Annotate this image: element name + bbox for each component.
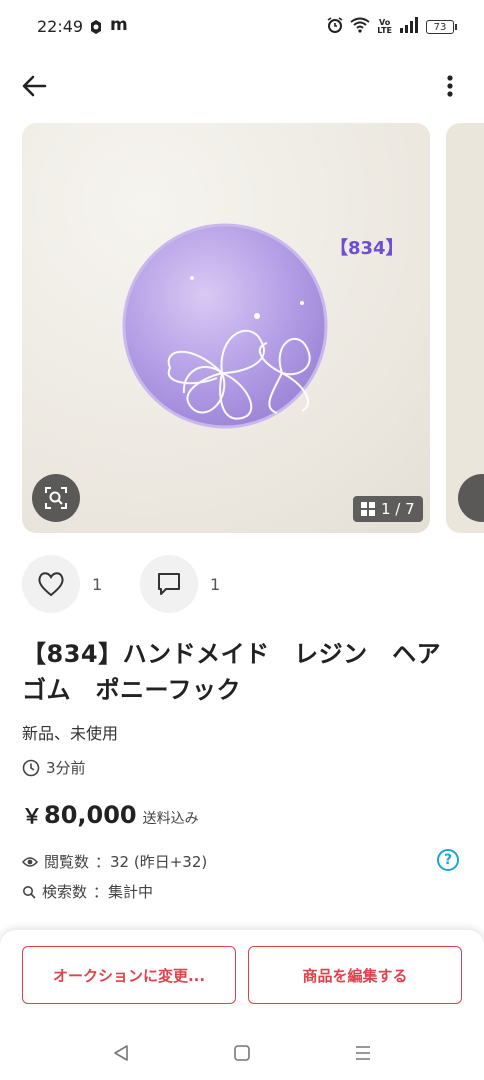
price-block: ￥ 80,000 送料込み [22,800,199,829]
searches-value: ：集計中 [93,883,154,901]
zoom-button[interactable] [32,474,80,522]
comment-count: 1 [210,574,221,594]
posted-time: 3分前 [22,757,86,778]
notification-icon [88,19,104,39]
notification-app-text: m [110,15,128,35]
like-count: 1 [92,574,103,594]
signal-icon [399,17,419,37]
battery-icon: 73 [426,20,457,34]
change-to-auction-button[interactable]: オークションに変更... [22,946,236,1004]
square-home-icon [234,1045,250,1061]
views-row: 閲覧数 ：32 (昨日+32) [22,851,207,872]
system-nav-bar [0,1026,484,1080]
heart-icon [38,572,64,597]
more-vertical-icon [447,75,453,97]
like-button[interactable] [22,555,80,613]
posted-time-text: 3分前 [46,759,86,777]
wifi-icon [350,17,370,37]
comment-button[interactable] [140,555,198,613]
search-icon [23,885,36,899]
triangle-back-icon [113,1045,128,1061]
status-time: 22:49 [37,17,84,36]
action-row: 1 1 [22,555,250,613]
views-value: ：32 (昨日+32) [95,853,208,871]
arrow-left-icon [22,75,47,97]
zoom-search-icon [45,487,67,509]
status-bar: 22:49 m Vo LTE 73 [0,0,484,56]
resin-disc-image [122,223,328,429]
comment-icon [158,573,180,595]
shipping-label: 送料込み [142,811,199,827]
alarm-icon [327,17,343,37]
eye-icon [22,856,38,867]
views-label: 閲覧数 [44,853,90,871]
product-condition: 新品、未使用 [22,724,119,743]
volte-bottom-text: LTE [377,26,392,35]
product-title: 【834】ハンドメイド レジン ヘアゴム ポニーフック [22,640,442,704]
grid-icon [361,502,375,516]
product-photo[interactable]: 【834】 1 / 7 [22,123,430,533]
next-zoom-button[interactable] [458,474,484,522]
help-icon[interactable]: ? [437,849,459,871]
volte-icon: Vo LTE [377,19,392,35]
menu-recents-icon [356,1046,371,1060]
price-currency: ￥ [22,804,42,828]
nav-back-button[interactable] [101,1033,141,1073]
clock-icon [22,759,40,776]
nav-recents-button[interactable] [343,1033,383,1073]
more-menu-button[interactable] [434,70,466,102]
product-tag-label: 【834】 [330,238,404,259]
status-icons: Vo LTE 73 [327,17,457,37]
nav-home-button[interactable] [222,1033,262,1073]
searches-label: 検索数 [42,883,88,901]
back-button[interactable] [18,70,50,102]
searches-row: 検索数 ：集計中 [22,881,153,902]
photo-counter-text: 1 / 7 [381,500,415,518]
edit-product-button[interactable]: 商品を編集する [248,946,462,1004]
next-photo-preview[interactable] [446,123,484,533]
photo-counter: 1 / 7 [353,496,423,522]
price-amount: 80,000 [44,801,137,829]
top-bar [0,56,484,116]
